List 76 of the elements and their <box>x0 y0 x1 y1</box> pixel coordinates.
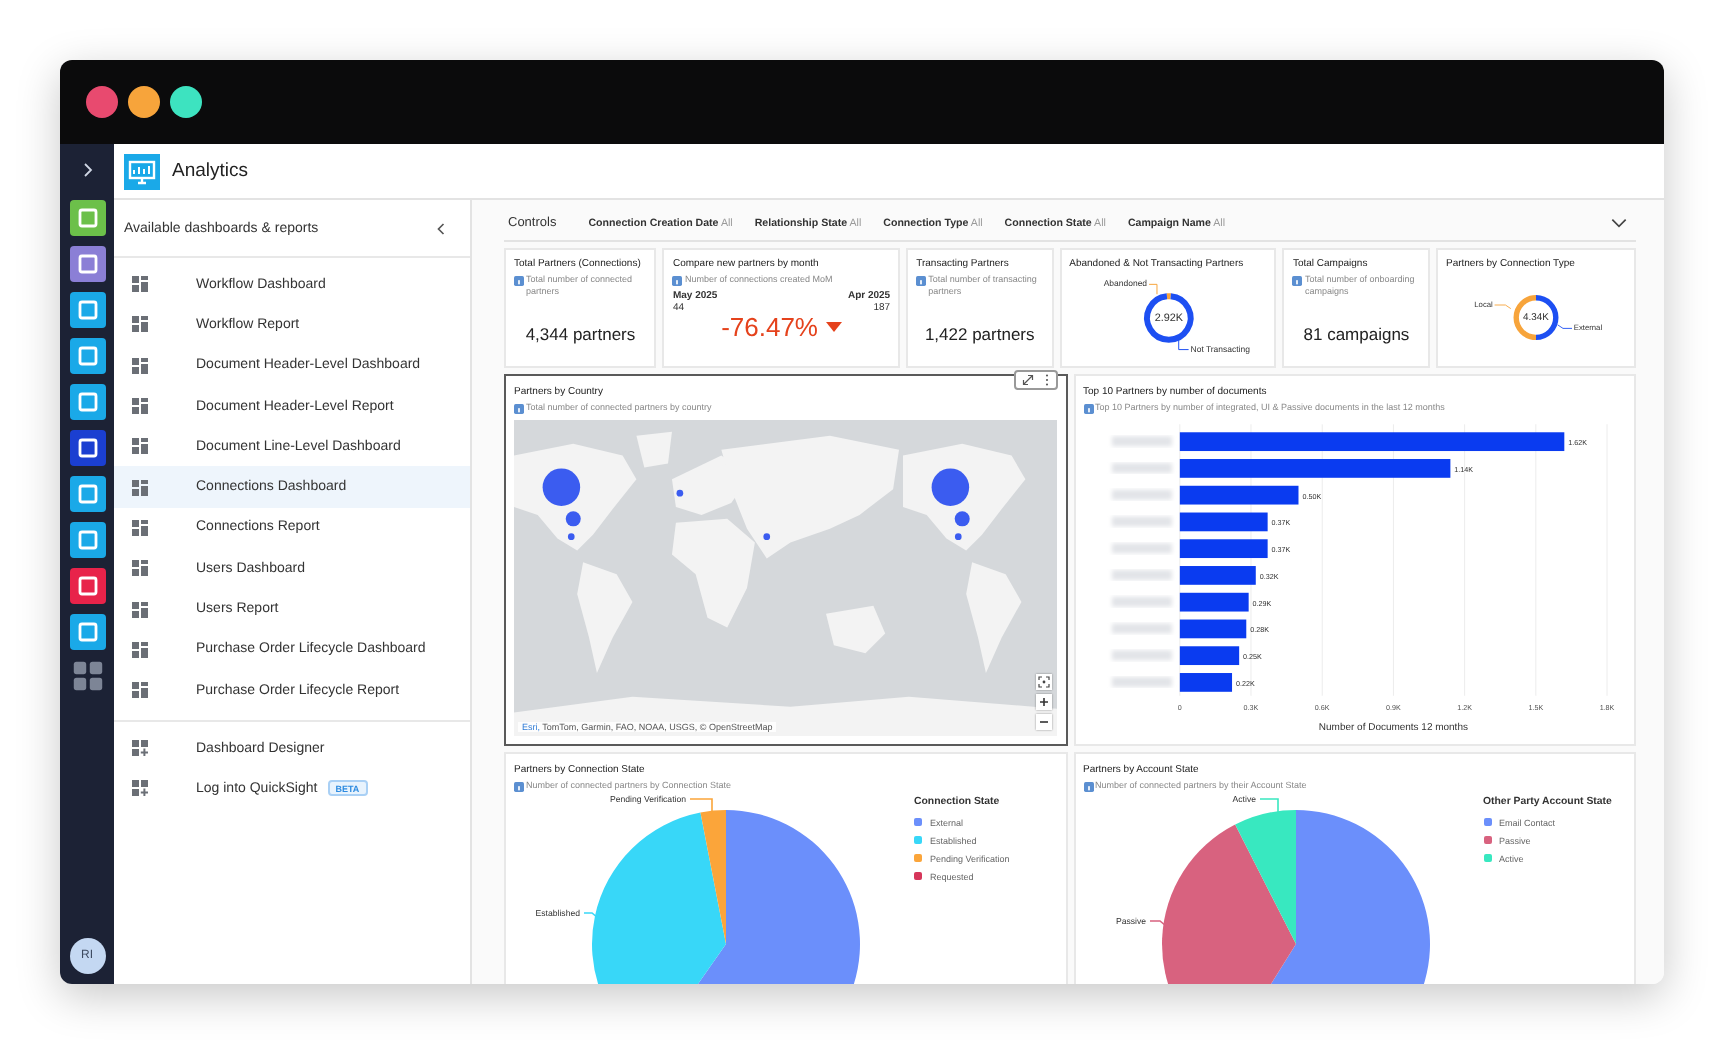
window-control-dot[interactable] <box>170 86 202 118</box>
info-icon <box>1083 781 1093 791</box>
dashboard-icon <box>132 560 148 577</box>
window-control-dot[interactable] <box>128 86 160 118</box>
dashboard-icon <box>132 519 148 536</box>
grid-icon[interactable] <box>71 660 103 692</box>
leader-line <box>1557 324 1573 329</box>
dashboard-icon <box>132 357 148 374</box>
chevron-down-icon[interactable] <box>1610 218 1628 228</box>
app-tile-icon[interactable] <box>69 384 105 420</box>
blurred-label <box>1110 542 1171 553</box>
app-tile-icon[interactable] <box>69 522 105 558</box>
app-tile-icon[interactable] <box>69 430 105 466</box>
blurred-label <box>1110 435 1171 446</box>
blurred-label <box>1110 489 1171 500</box>
bar[interactable] <box>1178 672 1232 692</box>
leader-line <box>583 911 599 919</box>
app-tile-icon[interactable] <box>69 246 105 282</box>
info-icon <box>1083 403 1093 413</box>
leader-line <box>1148 919 1166 927</box>
bar[interactable] <box>1178 592 1248 612</box>
kpi-value: 81 campaigns <box>1301 324 1412 344</box>
dashboard-icon <box>132 682 148 699</box>
blurred-label <box>1110 516 1171 527</box>
chevron-right-icon[interactable] <box>81 162 93 178</box>
grid-plus-icon <box>132 780 148 797</box>
blurred-label <box>1110 569 1171 580</box>
app-tile-icon[interactable] <box>69 200 105 236</box>
bar[interactable] <box>1178 619 1246 638</box>
info-icon <box>514 275 524 285</box>
bar[interactable] <box>1178 645 1239 665</box>
dashboard-icon <box>132 438 148 455</box>
app-tile-icon[interactable] <box>69 568 105 604</box>
monitor-chart-icon <box>124 153 160 189</box>
down-triangle-icon <box>825 321 842 332</box>
blurred-label <box>1110 623 1171 634</box>
leader-line <box>1494 304 1512 310</box>
leader-line <box>1258 797 1278 815</box>
collapse-chevron-icon[interactable] <box>436 221 446 235</box>
bar[interactable] <box>1178 458 1450 478</box>
info-icon <box>514 781 524 791</box>
bar[interactable] <box>1178 565 1255 585</box>
change-percent: -76.47% <box>721 311 818 342</box>
dashboard-icon <box>132 479 148 496</box>
donut-chart-drawing <box>1513 295 1559 341</box>
app-title: Analytics <box>172 160 249 182</box>
window-control-dot[interactable] <box>86 86 118 118</box>
expand-icon[interactable] <box>1021 374 1033 386</box>
bar[interactable] <box>1178 538 1267 558</box>
kpi-value: 4,344 partners <box>523 324 638 344</box>
blurred-label <box>1110 596 1171 607</box>
bar[interactable] <box>1178 431 1564 451</box>
dashboard-icon <box>132 276 148 293</box>
donut-chart-drawing <box>1143 293 1193 343</box>
leader-line <box>1177 339 1189 351</box>
blurred-label <box>1110 676 1171 687</box>
info-icon <box>672 275 683 285</box>
bar[interactable] <box>1178 485 1298 505</box>
info-icon <box>514 403 524 413</box>
app-tile-icon[interactable] <box>69 614 105 650</box>
dashboard-icon <box>132 398 148 415</box>
blurred-label <box>1110 462 1171 473</box>
app-tile-icon[interactable] <box>69 292 105 328</box>
leader-line <box>689 797 713 815</box>
info-icon <box>916 275 927 285</box>
dashboard-icon <box>132 641 148 658</box>
info-icon <box>1292 275 1303 285</box>
dashboard-icon <box>132 316 148 333</box>
kpi-value: 1,422 partners <box>922 324 1037 344</box>
leader-line <box>1147 283 1157 295</box>
bar[interactable] <box>1178 512 1267 531</box>
app-tile-icon[interactable] <box>69 476 105 512</box>
grid-plus-icon <box>132 740 148 757</box>
blurred-label <box>1110 649 1171 660</box>
app-tile-icon[interactable] <box>69 338 105 374</box>
dashboard-icon <box>132 601 148 618</box>
